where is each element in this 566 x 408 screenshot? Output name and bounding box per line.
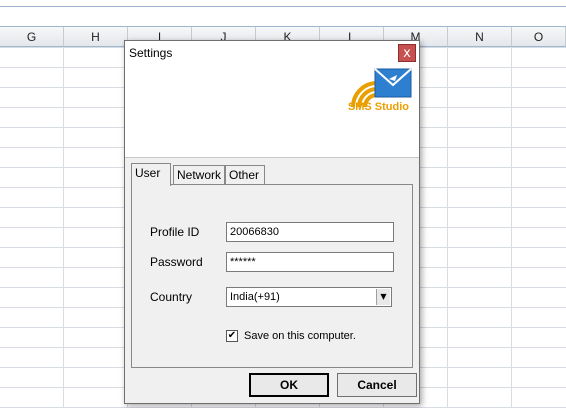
column-header-g[interactable]: G: [0, 27, 64, 47]
profile-id-input[interactable]: 20066830: [226, 222, 394, 242]
country-select[interactable]: India(+91) ▼: [226, 287, 392, 307]
tab-other[interactable]: Other: [225, 165, 265, 185]
user-tab-panel: Profile ID 20066830 Password ****** Coun…: [131, 184, 413, 368]
password-label: Password: [150, 255, 203, 269]
password-input[interactable]: ******: [226, 252, 394, 272]
ok-button[interactable]: OK: [249, 373, 329, 397]
save-on-computer-checkbox[interactable]: ✔: [226, 330, 238, 342]
country-select-value: India(+91): [230, 291, 280, 303]
tab-other-label: Other: [229, 168, 260, 182]
tab-user[interactable]: User: [131, 163, 171, 186]
column-header-h[interactable]: H: [64, 27, 128, 47]
tab-network[interactable]: Network: [173, 165, 225, 185]
dialog-title: Settings: [129, 46, 173, 60]
tab-user-label: User: [135, 166, 161, 180]
profile-id-label: Profile ID: [150, 225, 200, 239]
logo-text: SMS Studio: [347, 101, 409, 113]
sms-studio-logo: SMS Studio: [345, 67, 415, 119]
dialog-banner: SMS Studio: [125, 65, 419, 158]
column-header-n[interactable]: N: [448, 27, 512, 47]
close-icon: x: [403, 46, 411, 61]
checkmark-icon: ✔: [227, 330, 237, 341]
cancel-button[interactable]: Cancel: [337, 373, 417, 397]
tab-network-label: Network: [177, 168, 222, 182]
settings-dialog: Settings x SMS Studio User Network Other…: [124, 40, 420, 404]
dialog-titlebar[interactable]: Settings x: [125, 41, 419, 65]
country-label: Country: [150, 290, 193, 304]
chevron-down-icon[interactable]: ▼: [376, 289, 390, 305]
save-on-computer-label[interactable]: Save on this computer.: [244, 330, 356, 342]
formula-bar[interactable]: [0, 0, 566, 27]
column-header-o[interactable]: O: [512, 27, 566, 47]
close-button[interactable]: x: [398, 44, 416, 62]
